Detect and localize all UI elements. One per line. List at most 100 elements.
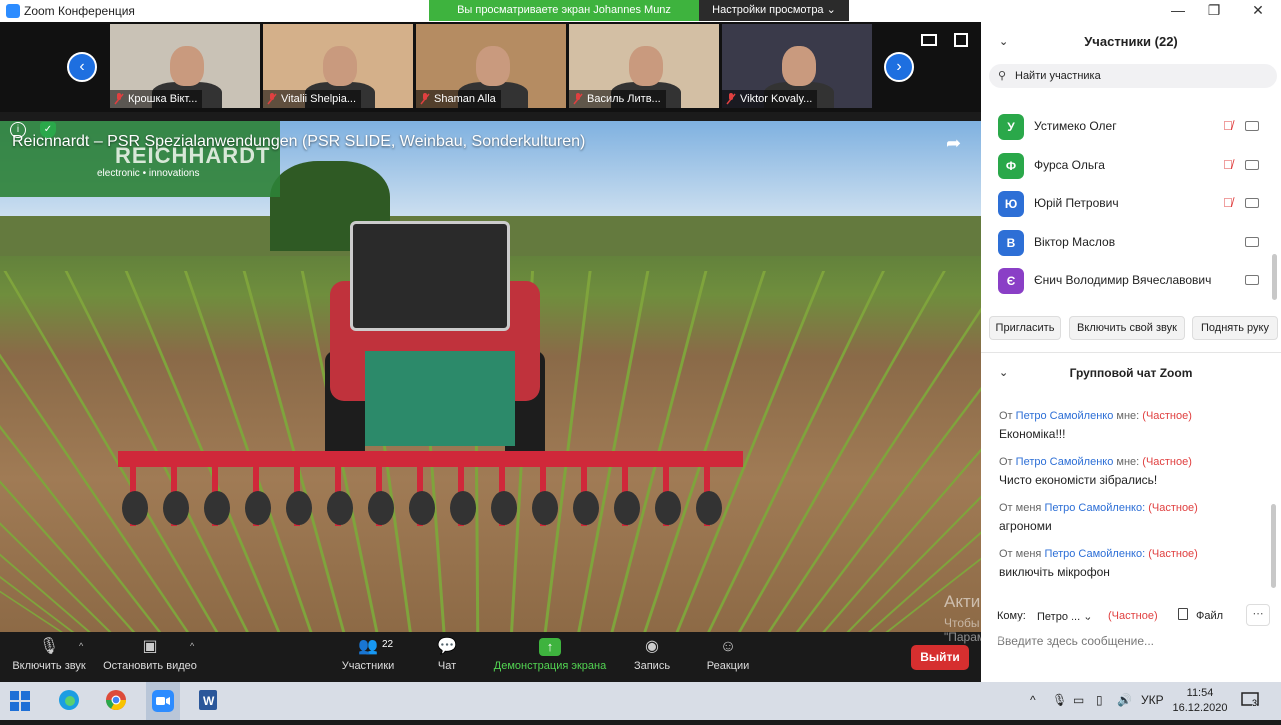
audio-options-caret[interactable]: ^ (79, 641, 83, 651)
chat-label: Чат (437, 660, 457, 672)
private-label: (Частное) (1148, 548, 1198, 560)
unmute-button[interactable]: 🎙 Включить звук (6, 632, 92, 682)
search-placeholder: Найти участника (1015, 70, 1101, 82)
window-title: Zoom Конференция (24, 4, 135, 18)
participant-thumbnail[interactable]: Vitalii Shelpia... (263, 24, 413, 108)
participant-face (323, 46, 357, 86)
participant-row[interactable]: Є Єнич Володимир Вячеславович (981, 262, 1269, 300)
close-button[interactable]: ✕ (1235, 0, 1281, 22)
video-camera-icon[interactable] (1245, 198, 1259, 208)
participant-face (629, 46, 663, 86)
chat-message-header: От Петро Самойленко мне: (Частное) (999, 410, 1192, 422)
mic-muted-icon (114, 93, 124, 105)
video-options-caret[interactable]: ^ (190, 641, 194, 651)
participants-count: 22 (382, 639, 394, 650)
collapse-chevron-icon[interactable]: ⌄ (999, 362, 1008, 384)
thumbnail-name: Viktor Kovaly... (722, 90, 818, 108)
video-camera-icon[interactable] (1245, 275, 1259, 285)
taskbar-clock[interactable]: 11:54 16.12.2020 (1172, 686, 1228, 716)
participant-row[interactable]: В Віктор Маслов (981, 224, 1269, 262)
private-label: (Частное) (1148, 502, 1198, 514)
mic-muted-icon[interactable]: 🎙̸ (1223, 118, 1239, 134)
input-language[interactable]: УКР (1141, 693, 1164, 707)
mic-muted-icon: 🎙 (38, 638, 60, 655)
chevron-up-icon[interactable]: ^ (1030, 693, 1036, 707)
view-options-button[interactable]: Настройки просмотра ⌄ (699, 0, 849, 21)
microphone-icon[interactable]: 🎙 (1052, 693, 1067, 707)
participant-row[interactable]: У Устимеко Олег 🎙̸ (981, 108, 1269, 146)
next-page-arrow[interactable]: › (884, 52, 914, 82)
chat-message-header: От Петро Самойленко мне: (Частное) (999, 456, 1192, 468)
participant-search-input[interactable]: ⚲ Найти участника (989, 64, 1277, 88)
chat-button[interactable]: 💬 Чат (427, 632, 467, 682)
record-label: Запись (633, 660, 671, 672)
notification-center-icon[interactable]: 3 (1240, 690, 1260, 710)
collapse-chevron-icon[interactable]: ⌄ (999, 30, 1008, 54)
participants-button[interactable]: 👥 22 Участники (338, 632, 398, 682)
chevron-down-icon: ⌄ (826, 4, 836, 16)
shared-screen: REICHHARDT electronic • innovations Reic… (0, 121, 981, 632)
windows-activation-watermark: Активация Windows (944, 592, 1101, 611)
shield-icon[interactable]: ✓ (40, 122, 56, 138)
participant-row[interactable]: Ф Фурса Ольга 🎙̸ (981, 147, 1269, 185)
volume-icon[interactable]: 🔊 (1117, 693, 1132, 707)
stop-video-button[interactable]: ▣ Остановить видео (100, 632, 200, 682)
battery-icon[interactable]: ▯ (1096, 693, 1103, 707)
avatar: Ф (998, 152, 1024, 179)
share-screen-label: Демонстрация экрана (493, 660, 607, 672)
message-from: От (999, 456, 1013, 468)
participant-thumbnail[interactable]: Василь Литв... (569, 24, 719, 108)
info-icon[interactable]: i (10, 122, 26, 138)
windows-start-icon[interactable] (10, 688, 36, 714)
message-sender[interactable]: Петро Самойленко (1016, 410, 1114, 422)
leave-button[interactable]: Выйти (911, 645, 969, 670)
edge-browser-icon[interactable] (57, 688, 83, 714)
video-title: Reichnardt – PSR Spezialanwendungen (PSR… (12, 133, 586, 150)
reactions-button[interactable]: ☺ Реакции (700, 632, 756, 682)
unmute-self-button[interactable]: Включить свой звук (1069, 316, 1185, 340)
gallery-view-icon[interactable] (921, 34, 937, 46)
message-from: От меня (999, 548, 1042, 560)
video-camera-icon[interactable] (1245, 159, 1259, 170)
share-arrow-icon[interactable]: ➦ (946, 133, 961, 154)
video-camera-icon[interactable] (1245, 121, 1259, 131)
record-button[interactable]: ◉ Запись (628, 632, 676, 682)
participant-thumbnail[interactable]: Shaman Alla (416, 24, 566, 108)
chat-message-header: От меня Петро Самойленко: (Частное) (999, 502, 1198, 514)
private-label: (Частное) (1142, 456, 1192, 468)
share-screen-button[interactable]: ↑ Демонстрация экрана (490, 632, 610, 682)
participant-thumbnail[interactable]: Viktor Kovaly... (722, 24, 872, 108)
video-camera-icon[interactable] (1245, 236, 1259, 247)
network-icon[interactable]: ▭ (1073, 693, 1084, 707)
prev-page-arrow[interactable]: ‹ (67, 52, 97, 82)
screen-share-banner: Вы просматриваете экран Johannes Munz (429, 0, 699, 21)
zoom-app-icon (6, 4, 20, 18)
private-label: (Частное) (1142, 410, 1192, 422)
raise-hand-button[interactable]: Поднять руку (1192, 316, 1278, 340)
word-app-icon[interactable]: W (196, 688, 222, 714)
participant-name: Устимеко Олег (1034, 119, 1117, 133)
participant-thumbnail[interactable]: Крошка Вікт... (110, 24, 260, 108)
message-sender[interactable]: Петро Самойленко (1016, 456, 1114, 468)
chrome-browser-icon[interactable] (104, 688, 130, 714)
zoom-taskbar-icon[interactable] (146, 682, 180, 720)
participant-list-scrollbar[interactable] (1272, 254, 1277, 300)
message-sender[interactable]: Петро Самойленко: (1044, 548, 1145, 560)
clock-date: 16.12.2020 (1172, 702, 1228, 714)
maximize-button[interactable]: ❐ (1191, 0, 1237, 22)
participants-label: Участники (341, 660, 395, 672)
message-sender[interactable]: Петро Самойленко: (1044, 502, 1145, 514)
chat-message-text: виключіть мікрофон (999, 565, 1110, 579)
mic-muted-icon[interactable]: 🎙̸ (1223, 157, 1239, 173)
divider (981, 352, 1281, 353)
participant-name: Віктор Маслов (1034, 234, 1116, 249)
invite-button[interactable]: Пригласить (989, 316, 1061, 340)
participants-icon: 👥 (358, 638, 378, 655)
participant-face (782, 46, 816, 86)
windows-taskbar: W ^ 🎙 ▭ ▯ 🔊 УКР 11:54 16.12.2020 3 (0, 682, 1281, 720)
chat-scrollbar[interactable] (1271, 504, 1276, 588)
fullscreen-icon[interactable] (954, 33, 968, 47)
participant-row[interactable]: Ю Юрій Петрович 🎙̸ (981, 185, 1269, 223)
mic-muted-icon[interactable]: 🎙̸ (1223, 195, 1239, 211)
thumbnail-name: Vitalii Shelpia... (263, 90, 362, 108)
